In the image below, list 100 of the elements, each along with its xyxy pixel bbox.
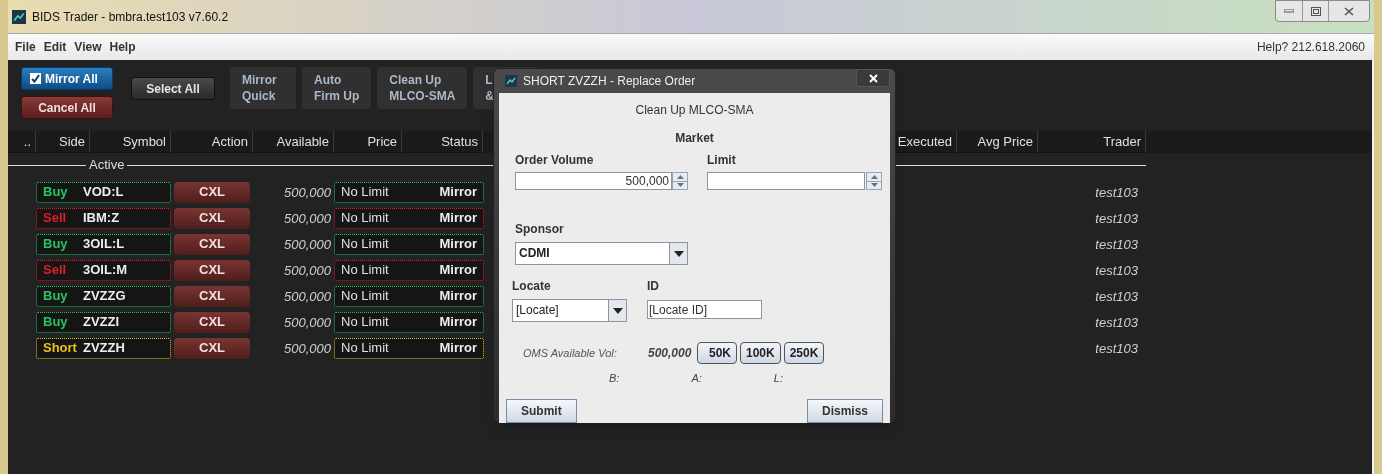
spinner[interactable] — [672, 172, 688, 190]
side-label: Sell — [42, 261, 68, 280]
oms-value: 500,000 — [648, 345, 693, 362]
cancel-order-button[interactable]: CXL — [174, 259, 250, 281]
toolbar-button[interactable]: Mirror Quick — [230, 67, 296, 109]
side-label: Buy — [42, 313, 69, 332]
cancel-order-button[interactable]: CXL — [174, 337, 250, 359]
toolbar-button[interactable]: Clean Up MLCO-SMA — [377, 67, 468, 109]
quick-volume-button[interactable]: 250K — [783, 342, 825, 364]
column-header[interactable]: Price — [334, 131, 402, 153]
symbol-label: 3OIL:L — [83, 235, 125, 254]
available-text: 500,000 — [284, 289, 331, 304]
check-icon — [31, 74, 40, 83]
status-text: Mirror — [439, 209, 477, 228]
symbol-label: IBM:Z — [83, 209, 120, 228]
app-icon — [12, 9, 26, 24]
sponsor-dropdown[interactable]: CDMI — [515, 242, 688, 265]
menu-item[interactable]: View — [70, 38, 106, 56]
minimize-icon — [1284, 9, 1294, 13]
column-header[interactable]: Available — [253, 131, 334, 153]
available-text: 500,000 — [284, 237, 331, 252]
field-label: Order Volume — [515, 152, 595, 169]
trader-text: test103 — [1095, 185, 1138, 200]
symbol-label: ZVZZG — [83, 287, 126, 306]
price-text: No Limit — [341, 209, 389, 228]
strategy-text: Clean Up MLCO-SMA — [635, 103, 754, 117]
side-label: Sell — [42, 209, 68, 228]
oms-label: OMS Available Vol: — [523, 345, 618, 361]
quick-volume-button[interactable]: 50K — [697, 342, 737, 364]
dismiss-button[interactable]: Dismiss — [806, 398, 883, 423]
available-text: 500,000 — [284, 263, 331, 278]
menu-item[interactable]: Edit — [39, 38, 71, 56]
available-text: 500,000 — [284, 211, 331, 226]
column-header[interactable]: Side — [36, 131, 90, 153]
side-label: Buy — [42, 183, 69, 202]
cancel-order-button[interactable]: CXL — [174, 207, 250, 229]
price-text: No Limit — [341, 235, 389, 254]
stat-label: L: — [773, 371, 783, 386]
side-label: Buy — [42, 287, 69, 306]
field-label: Sponsor — [515, 221, 565, 238]
checkbox[interactable] — [30, 73, 41, 84]
cancel-order-button[interactable]: CXL — [174, 181, 250, 203]
trader-text: test103 — [1095, 211, 1138, 226]
locate-dropdown[interactable]: [Locate] — [512, 299, 627, 322]
spinner[interactable] — [866, 172, 882, 190]
limit-field[interactable] — [707, 172, 865, 190]
order-type-text: Market — [675, 131, 714, 145]
status-text: Mirror — [439, 313, 477, 332]
price-text: No Limit — [341, 313, 389, 332]
field-label: Locate — [512, 278, 552, 295]
group-label: Active — [88, 156, 126, 175]
available-text: 500,000 — [284, 341, 331, 356]
symbol-label: VOD:L — [83, 183, 124, 202]
price-text: No Limit — [341, 287, 389, 306]
trader-text: test103 — [1095, 263, 1138, 278]
price-text: No Limit — [341, 339, 389, 358]
cancel-order-button[interactable]: CXL — [174, 233, 250, 255]
caret-icon — [612, 307, 623, 314]
up-arrow-icon — [870, 174, 878, 179]
side-label: Short — [42, 339, 78, 358]
menu-item[interactable]: File — [11, 38, 40, 56]
cancel-order-button[interactable]: CXL — [174, 285, 250, 307]
app-icon — [505, 75, 517, 87]
close-icon — [1344, 6, 1354, 16]
column-header[interactable]: Symbol — [90, 131, 171, 153]
column-header[interactable]: Avg Price — [957, 131, 1038, 153]
column-header[interactable]: Status — [402, 131, 483, 153]
order-volume-field[interactable]: 500,000 — [515, 172, 672, 190]
cancel-order-button[interactable]: CXL — [174, 311, 250, 333]
column-header[interactable]: .. — [8, 131, 36, 153]
column-header[interactable]: Trader — [1038, 131, 1146, 153]
locate-id-field[interactable]: [Locate ID] — [647, 300, 762, 319]
quick-volume-button[interactable]: 100K — [740, 342, 781, 364]
symbol-label: ZVZZI — [83, 313, 120, 332]
column-header[interactable]: Action — [171, 131, 253, 153]
status-text: Mirror — [439, 261, 477, 280]
available-text: 500,000 — [284, 315, 331, 330]
trader-text: test103 — [1095, 289, 1138, 304]
menu-item[interactable]: Help — [105, 38, 140, 56]
caret-icon — [673, 250, 684, 257]
symbol-label: ZVZZH — [83, 339, 125, 358]
trader-text: test103 — [1095, 315, 1138, 330]
dialog-title: SHORT ZVZZH - Replace Order — [523, 73, 696, 90]
price-text: No Limit — [341, 261, 389, 280]
side-label: Buy — [42, 235, 69, 254]
down-arrow-icon — [870, 183, 878, 188]
status-text: Mirror — [439, 339, 477, 358]
close-button[interactable] — [856, 69, 890, 87]
symbol-label: 3OIL:M — [83, 261, 128, 280]
stat-label: A: — [691, 371, 702, 386]
trader-text: test103 — [1095, 237, 1138, 252]
toolbar-button[interactable]: Select All — [131, 77, 215, 100]
mirror-all-toggle[interactable]: Mirror All — [21, 67, 113, 90]
toolbar-button[interactable]: Auto Firm Up — [302, 67, 372, 109]
cancel-all-button[interactable]: Cancel All — [21, 96, 113, 119]
field-label: Limit — [707, 152, 737, 169]
close-icon — [868, 73, 878, 83]
down-arrow-icon — [676, 183, 684, 188]
status-text: Mirror — [439, 235, 477, 254]
submit-button[interactable]: Submit — [506, 398, 577, 423]
